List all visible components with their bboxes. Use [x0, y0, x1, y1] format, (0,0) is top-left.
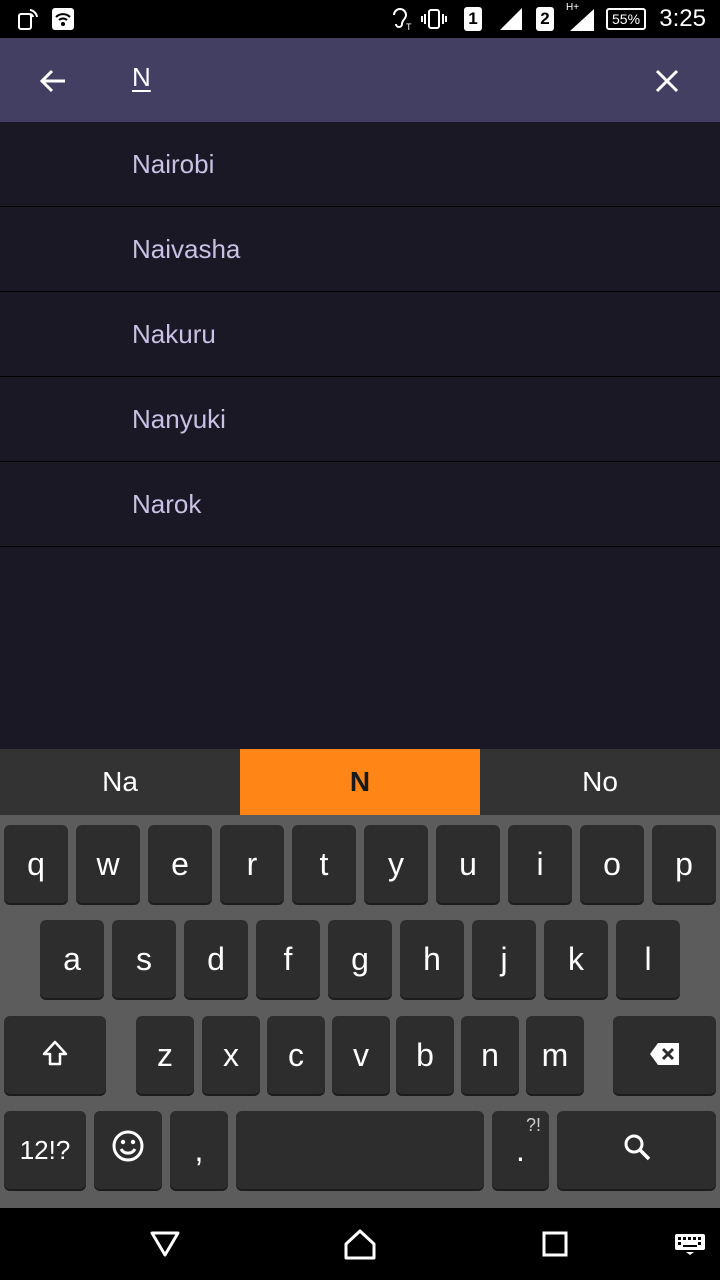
list-item[interactable]: Narok [0, 462, 720, 547]
cast-icon [18, 7, 38, 31]
arrow-left-icon[interactable] [28, 56, 78, 106]
search-icon [623, 1132, 651, 1169]
key[interactable]: y [364, 825, 428, 903]
emoji-key[interactable] [94, 1111, 162, 1189]
key[interactable]: l [616, 920, 680, 998]
key[interactable]: p [652, 825, 716, 903]
period-hint: ?! [525, 1115, 541, 1135]
key[interactable]: w [76, 825, 140, 903]
key[interactable]: s [112, 920, 176, 998]
backspace-key[interactable] [613, 1016, 716, 1094]
key[interactable]: n [461, 1016, 519, 1094]
key[interactable]: c [267, 1016, 325, 1094]
suggestion-item-active[interactable]: N [240, 749, 480, 815]
search-bar: N [0, 38, 720, 122]
key[interactable]: e [148, 825, 212, 903]
hearing-aid-icon: T [388, 7, 414, 31]
key[interactable]: d [184, 920, 248, 998]
screen: T 1 2 H+ 55% 3:25 N Na i r o bi Naivasha Nak… [0, 0, 720, 1280]
space-key[interactable] [236, 1111, 484, 1189]
backspace-icon [649, 1037, 681, 1074]
suggestion-item[interactable]: Na [0, 749, 240, 815]
list-item[interactable]: Nanyuki [0, 377, 720, 462]
key[interactable]: b [396, 1016, 454, 1094]
key[interactable]: i [508, 825, 572, 903]
clock: 3:25 [659, 5, 706, 32]
battery-indicator: 55% [606, 7, 647, 31]
close-icon[interactable] [642, 56, 692, 106]
key[interactable]: u [436, 825, 500, 903]
list-item[interactable]: Naivasha [0, 207, 720, 292]
key[interactable]: m [526, 1016, 584, 1094]
key[interactable]: h [400, 920, 464, 998]
results-list: Nairobi Naivasha Nakuru Nanyuki Narok [0, 122, 720, 547]
search-key[interactable] [557, 1111, 716, 1189]
network-type: H+ [566, 2, 580, 13]
key[interactable]: f [256, 920, 320, 998]
key[interactable]: o [580, 825, 644, 903]
key[interactable]: v [332, 1016, 390, 1094]
shift-icon [42, 1037, 68, 1074]
keyboard-icon[interactable] [668, 1222, 712, 1266]
sim2-indicator: 2 [536, 7, 554, 31]
key[interactable]: q [4, 825, 68, 903]
shift-key[interactable] [4, 1016, 106, 1094]
list-item[interactable]: Nairobi [0, 122, 720, 207]
key[interactable]: x [202, 1016, 260, 1094]
suggestion-strip: Na N No [0, 749, 720, 815]
search-input[interactable]: N [132, 62, 151, 93]
key[interactable]: t [292, 825, 356, 903]
key[interactable]: k [544, 920, 608, 998]
vibrate-icon [420, 7, 448, 31]
navigation-bar [0, 1208, 720, 1280]
period-label: . [516, 1131, 525, 1168]
keyboard: q w e r t y u i o p a s d f g h j k l z … [0, 815, 720, 1208]
key[interactable]: j [472, 920, 536, 998]
key[interactable]: z [136, 1016, 194, 1094]
key[interactable]: g [328, 920, 392, 998]
key[interactable]: a [40, 920, 104, 998]
svg-text:T: T [406, 22, 412, 31]
key[interactable]: r [220, 825, 284, 903]
recents-nav-icon[interactable] [533, 1222, 577, 1266]
symbols-key[interactable]: 12!? [4, 1111, 86, 1189]
home-nav-icon[interactable] [338, 1222, 382, 1266]
signal1-icon [498, 7, 524, 31]
comma-key[interactable]: , [170, 1111, 228, 1189]
sim1-indicator: 1 [464, 7, 482, 31]
back-nav-icon[interactable] [143, 1222, 187, 1266]
suggestion-item[interactable]: No [480, 749, 720, 815]
period-key[interactable]: ?! . [492, 1111, 549, 1189]
emoji-icon [112, 1130, 144, 1170]
list-item[interactable]: Nakuru [0, 292, 720, 377]
status-bar: T 1 2 H+ 55% 3:25 [0, 0, 720, 38]
wifi-icon [52, 7, 74, 31]
